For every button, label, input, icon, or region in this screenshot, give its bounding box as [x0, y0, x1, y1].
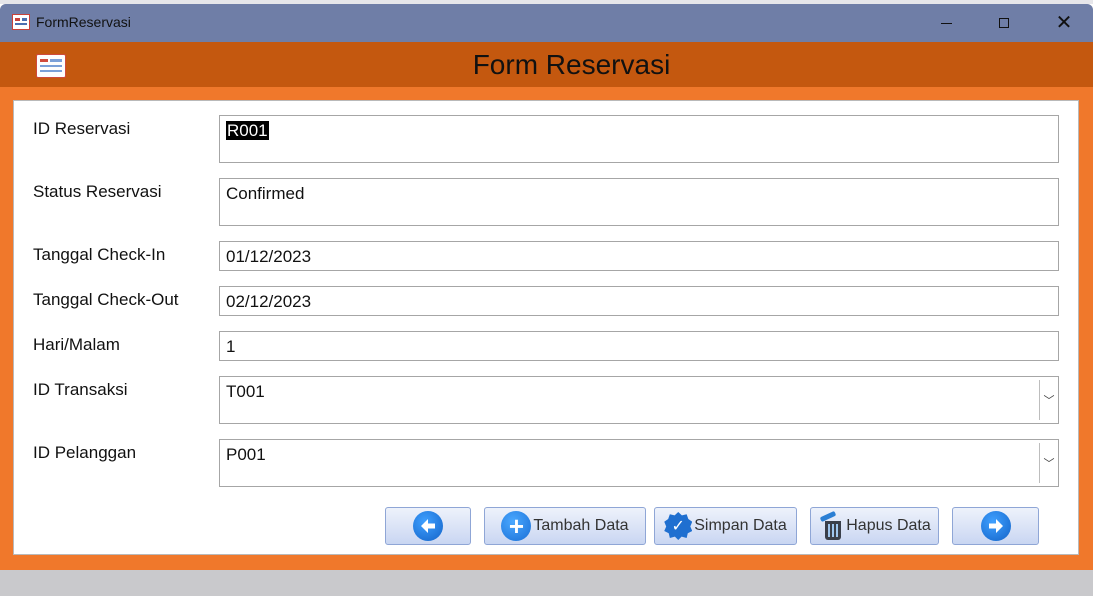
simpan-data-button[interactable]: ✓ Simpan Data	[654, 507, 797, 545]
maximize-icon	[999, 18, 1009, 28]
minimize-icon	[940, 22, 952, 24]
form-app-icon	[12, 14, 30, 30]
status-reservasi-field[interactable]: Confirmed	[219, 178, 1059, 226]
chevron-down-icon: ﹀	[1043, 458, 1055, 470]
hari-malam-label: Hari/Malam	[33, 335, 120, 354]
id-transaksi-combo[interactable]: T001 ﹀	[219, 376, 1059, 424]
arrow-left-icon	[413, 511, 443, 541]
id-pelanggan-label: ID Pelanggan	[33, 443, 137, 462]
check-in-label: Tanggal Check-In	[33, 245, 166, 264]
id-pelanggan-combo[interactable]: P001 ﹀	[219, 439, 1059, 487]
form-window: FormReservasi ✕ Form Reservasi ID Reserv…	[0, 4, 1093, 596]
check-in-field[interactable]: 01/12/2023	[219, 241, 1059, 271]
title-bar[interactable]: FormReservasi ✕	[0, 4, 1093, 42]
form-header: Form Reservasi	[0, 42, 1093, 87]
status-reservasi-label: Status Reservasi	[33, 182, 162, 201]
minimize-button[interactable]	[917, 4, 975, 42]
arrow-right-icon	[980, 511, 1011, 541]
id-transaksi-value: T001	[226, 382, 265, 401]
id-reservasi-value: R001	[226, 121, 269, 140]
window-bottom-bar	[0, 570, 1093, 596]
id-pelanggan-dropdown-button[interactable]: ﹀	[1039, 443, 1058, 483]
check-out-label: Tanggal Check-Out	[33, 290, 179, 309]
hari-malam-field[interactable]: 1	[219, 331, 1059, 361]
id-reservasi-label: ID Reservasi	[33, 119, 131, 138]
check-in-value: 01/12/2023	[226, 247, 312, 266]
form-frame: ID Reservasi R001 Status Reservasi Confi…	[0, 87, 1093, 574]
previous-record-button[interactable]	[385, 507, 471, 545]
maximize-button[interactable]	[975, 4, 1033, 42]
hari-malam-value: 1	[226, 337, 236, 356]
window-title: FormReservasi	[36, 14, 131, 30]
plus-icon: +	[501, 511, 532, 541]
tambah-data-button[interactable]: + Tambah Data	[484, 507, 646, 545]
id-transaksi-dropdown-button[interactable]: ﹀	[1039, 380, 1058, 420]
check-icon: ✓	[664, 512, 693, 540]
check-out-field[interactable]: 02/12/2023	[219, 286, 1059, 316]
hapus-data-button[interactable]: Hapus Data	[810, 507, 939, 545]
simpan-data-label: Simpan Data	[694, 517, 787, 534]
close-button[interactable]: ✕	[1035, 4, 1093, 42]
hapus-data-label: Hapus Data	[846, 517, 931, 534]
page-title: Form Reservasi	[472, 49, 671, 80]
close-icon: ✕	[1055, 12, 1073, 34]
status-reservasi-value: Confirmed	[226, 184, 305, 203]
id-transaksi-label: ID Transaksi	[33, 380, 128, 399]
check-out-value: 02/12/2023	[226, 292, 312, 311]
tambah-data-label: Tambah Data	[533, 517, 629, 534]
trash-icon	[818, 510, 844, 541]
chevron-down-icon: ﹀	[1043, 395, 1055, 407]
id-reservasi-field[interactable]: R001	[219, 115, 1059, 163]
id-pelanggan-value: P001	[226, 445, 266, 464]
next-record-button[interactable]	[952, 507, 1039, 545]
form-panel: ID Reservasi R001 Status Reservasi Confi…	[13, 100, 1079, 555]
